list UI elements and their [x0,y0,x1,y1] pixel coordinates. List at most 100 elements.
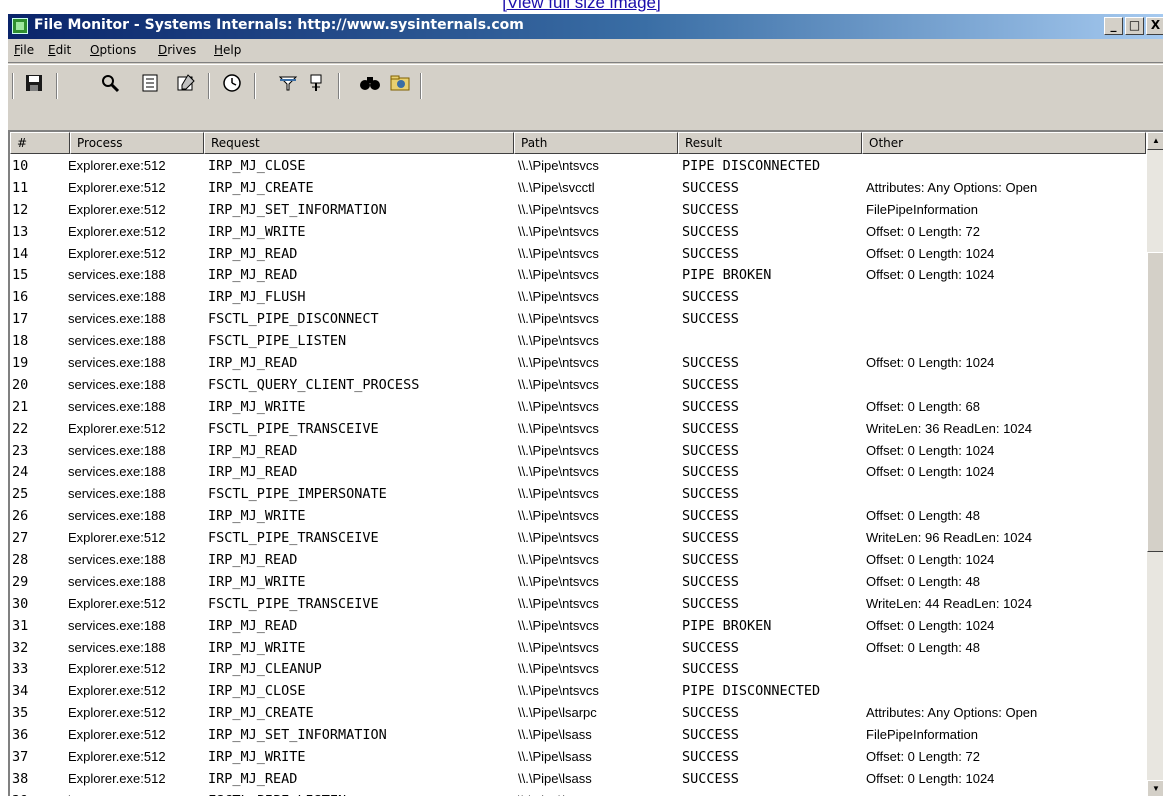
menu-options[interactable]: Options [90,43,136,57]
column-header-other[interactable]: Other [862,132,1146,154]
table-row[interactable]: 17 services.exe:188 FSCTL_PIPE_DISCONNECT \… [10,308,1146,330]
toolbar-separator [338,73,340,99]
row-request: IRP_MJ_CREATE [208,179,314,196]
title-bar[interactable]: File Monitor - Systems Internals: http:/… [8,14,1163,39]
row-number: 15 [12,267,29,284]
table-row[interactable]: 31 services.exe:188 IRP_MJ_READ \\.\Pipe\nt… [10,615,1146,637]
table-row[interactable]: 25 services.exe:188 FSCTL_PIPE_IMPERSONATE… [10,483,1146,505]
table-row[interactable]: 35 Explorer.exe:512 IRP_MJ_CREATE \\.\Pipe\… [10,702,1146,724]
column-header-request[interactable]: Request [204,132,514,154]
scroll-up-button[interactable]: ▲ [1147,132,1163,150]
autoscroll-icon[interactable] [138,73,162,97]
table-row[interactable]: 23 services.exe:188 IRP_MJ_READ \\.\Pipe\nt… [10,440,1146,462]
minimize-button[interactable]: _ [1104,17,1123,35]
row-request: IRP_MJ_READ [208,617,298,634]
row-process: lsass.exe:200 [68,790,203,796]
row-path: \\.\Pipe\ntsvcs [518,267,599,283]
row-number: 19 [12,355,29,372]
table-row[interactable]: 14 Explorer.exe:512 IRP_MJ_READ \\.\Pipe\nt… [10,243,1146,265]
column-header-result[interactable]: Result [678,132,862,154]
table-row[interactable]: 20 services.exe:188 FSCTL_QUERY_CLIENT_PRO… [10,374,1146,396]
table-row[interactable]: 10 Explorer.exe:512 IRP_MJ_CLOSE \\.\Pipe\n… [10,155,1146,177]
row-other: Offset: 0 Length: 1024 [866,552,995,568]
row-request: IRP_MJ_READ [208,442,298,459]
row-request: IRP_MJ_READ [208,770,298,787]
table-row[interactable]: 13 Explorer.exe:512 IRP_MJ_WRITE \\.\Pipe\n… [10,221,1146,243]
row-number: 38 [12,770,29,787]
close-button[interactable]: X [1146,17,1163,35]
table-row[interactable]: 22 Explorer.exe:512 FSCTL_PIPE_TRANSCEIVE \… [10,418,1146,440]
vertical-scrollbar[interactable]: ▲ ▼ [1147,132,1163,796]
table-row[interactable]: 27 Explorer.exe:512 FSCTL_PIPE_TRANSCEIVE \… [10,527,1146,549]
table-row[interactable]: 29 services.exe:188 IRP_MJ_WRITE \\.\Pipe\n… [10,571,1146,593]
toolbar-separator [12,73,14,99]
row-request: IRP_MJ_SET_INFORMATION [208,727,387,744]
row-process: Explorer.exe:512 [68,749,166,765]
view-full-size-link[interactable]: [View full size image] [0,0,1163,12]
table-row[interactable]: 19 services.exe:188 IRP_MJ_READ \\.\Pipe\nt… [10,352,1146,374]
row-process: Explorer.exe:512 [68,705,166,721]
menu-edit[interactable]: Edit [48,43,71,57]
window-controls: _ □ X [1104,17,1163,36]
row-process: services.exe:188 [68,267,166,283]
highlight-icon[interactable] [304,73,328,97]
row-path: \\.\Pipe\ntsvcs [518,158,599,173]
filter-icon[interactable] [276,73,300,97]
column-header-process[interactable]: Process [70,132,204,154]
table-row[interactable]: 32 services.exe:188 IRP_MJ_WRITE \\.\Pipe\n… [10,637,1146,659]
row-number: 13 [12,223,29,240]
row-process: Explorer.exe:512 [68,420,166,436]
table-row[interactable]: 33 Explorer.exe:512 IRP_MJ_CLEANUP \\.\Pipe… [10,658,1146,680]
row-number: 21 [12,398,29,415]
table-row[interactable]: 16 services.exe:188 IRP_MJ_FLUSH \\.\Pipe\n… [10,286,1146,308]
row-process: services.exe:188 [68,486,166,502]
time-icon[interactable] [220,73,244,97]
menu-file[interactable]: File [14,43,34,57]
row-process: services.exe:188 [68,311,166,327]
table-row[interactable]: 18 services.exe:188 FSCTL_PIPE_LISTEN \\.\P… [10,330,1146,352]
save-icon[interactable] [22,73,46,97]
explorer-jump-icon[interactable] [388,73,412,97]
menu-drives[interactable]: Drives [158,43,196,57]
row-number: 26 [12,508,29,525]
row-process: Explorer.exe:512 [68,595,166,611]
column-header-path[interactable]: Path [514,132,678,154]
clear-icon[interactable] [174,73,198,97]
row-other: Attributes: Any Options: Open [866,179,1038,195]
menu-help[interactable]: Help [214,43,241,57]
row-process: services.exe:188 [68,333,166,349]
table-row[interactable]: 38 Explorer.exe:512 IRP_MJ_READ \\.\Pipe\ls… [10,768,1146,790]
toolbar-separator [420,73,422,99]
table-row[interactable]: 24 services.exe:188 IRP_MJ_READ \\.\Pipe\nt… [10,461,1146,483]
table-row[interactable]: 12 Explorer.exe:512 IRP_MJ_SET_INFORMATION… [10,199,1146,221]
find-icon[interactable] [358,73,382,97]
scroll-thumb[interactable] [1147,252,1163,552]
row-process: services.exe:188 [68,573,166,589]
table-row[interactable]: 28 services.exe:188 IRP_MJ_READ \\.\Pipe\nt… [10,549,1146,571]
row-path: \\.\Pipe\ntsvcs [518,595,599,611]
window-title: File Monitor - Systems Internals: http:/… [34,17,524,33]
capture-icon[interactable] [98,73,122,97]
event-list[interactable]: # Process Request Path Result Other 10 Ex… [8,130,1163,796]
row-number: 11 [12,179,29,196]
column-header-number[interactable]: # [10,132,70,154]
row-process: Explorer.exe:512 [68,683,166,699]
table-row[interactable]: 37 Explorer.exe:512 IRP_MJ_WRITE \\.\Pipe\l… [10,746,1146,768]
row-process: services.exe:188 [68,508,166,524]
table-row[interactable]: 36 Explorer.exe:512 IRP_MJ_SET_INFORMATION… [10,724,1146,746]
scroll-down-button[interactable]: ▼ [1147,780,1163,796]
row-path: \\.\Pipe\ntsvcs [518,552,599,568]
row-path: \\.\Pipe\lsass [518,749,592,765]
row-number: 24 [12,464,29,481]
table-row[interactable]: 39 lsass.exe:200 FSCTL_PIPE_LISTEN \\.\Pipe… [10,790,1146,796]
table-row[interactable]: 15 services.exe:188 IRP_MJ_READ \\.\Pipe\nt… [10,264,1146,286]
table-row[interactable]: 21 services.exe:188 IRP_MJ_WRITE \\.\Pipe\n… [10,396,1146,418]
table-row[interactable]: 30 Explorer.exe:512 FSCTL_PIPE_TRANSCEIVE \… [10,593,1146,615]
row-request: IRP_MJ_CLOSE [208,683,306,700]
row-path: \\.\Pipe\ntsvcs [518,573,599,589]
maximize-button[interactable]: □ [1125,17,1144,35]
row-path: \\.\Pipe\ntsvcs [518,508,599,524]
table-row[interactable]: 34 Explorer.exe:512 IRP_MJ_CLOSE \\.\Pipe\n… [10,680,1146,702]
table-row[interactable]: 26 services.exe:188 IRP_MJ_WRITE \\.\Pipe\n… [10,505,1146,527]
table-row[interactable]: 11 Explorer.exe:512 IRP_MJ_CREATE \\.\Pipe\… [10,177,1146,199]
